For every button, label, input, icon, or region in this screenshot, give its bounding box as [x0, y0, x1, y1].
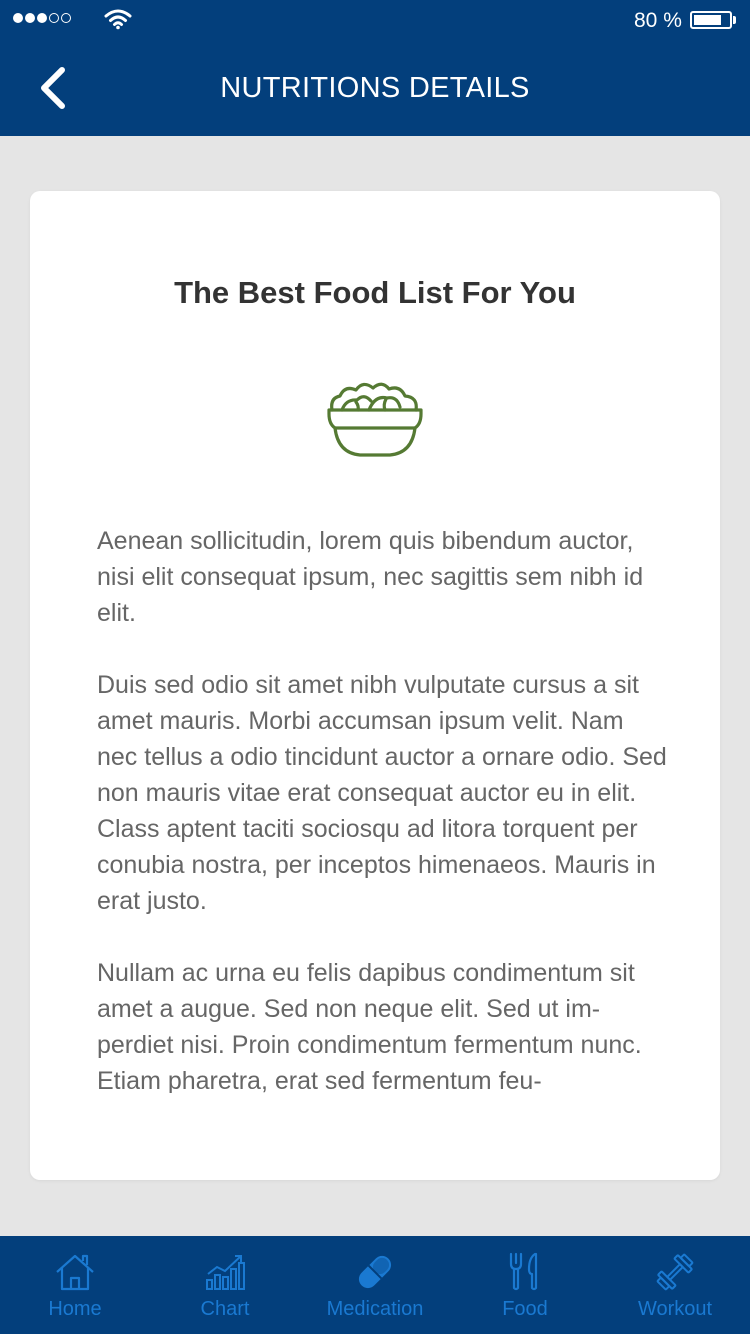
paragraph: Nullam ac urna eu felis dapibus condimen… — [97, 959, 642, 1093]
paragraph: Aenean sollicitudin, lorem quis bibendum… — [97, 527, 644, 627]
bar-chart-icon — [206, 1255, 245, 1290]
status-bar: 80 % — [0, 0, 750, 40]
signal-strength-icon — [13, 13, 71, 23]
bottom-tab-bar: Home Chart Medication Food Workout — [0, 1236, 750, 1334]
battery-percentage: 80 % — [634, 9, 682, 32]
tab-label: Home — [48, 1298, 102, 1320]
content-card: The Best Food List For You Aenean sollic… — [30, 191, 720, 1180]
wifi-icon — [104, 9, 132, 30]
pill-icon — [358, 1255, 392, 1289]
dumbbell-icon — [656, 1253, 694, 1291]
nav-bar: NUTRITIONS DETAILS — [0, 40, 750, 136]
card-title: The Best Food List For You — [174, 275, 576, 310]
home-icon — [56, 1254, 94, 1291]
tab-workout[interactable]: Workout — [600, 1236, 750, 1334]
tab-medication[interactable]: Medication — [300, 1236, 450, 1334]
battery-cap — [733, 16, 736, 24]
page-title: NUTRITIONS DETAILS — [220, 72, 530, 104]
description-text: Aenean sollicitudin, lorem quis bibendum… — [97, 523, 667, 1093]
fork-knife-icon — [509, 1252, 538, 1291]
paragraph: Duis sed odio sit amet nibh vulputate cu… — [97, 671, 667, 915]
salad-bowl-icon — [327, 382, 423, 457]
tab-home[interactable]: Home — [0, 1236, 150, 1334]
tab-label: Medication — [326, 1298, 424, 1320]
tab-label: Food — [502, 1298, 548, 1320]
tab-chart[interactable]: Chart — [150, 1236, 300, 1334]
tab-label: Chart — [200, 1298, 250, 1320]
battery-level-fill — [694, 15, 721, 25]
tab-label: Workout — [637, 1298, 713, 1320]
tab-food[interactable]: Food — [450, 1236, 600, 1334]
battery-icon — [690, 11, 732, 29]
